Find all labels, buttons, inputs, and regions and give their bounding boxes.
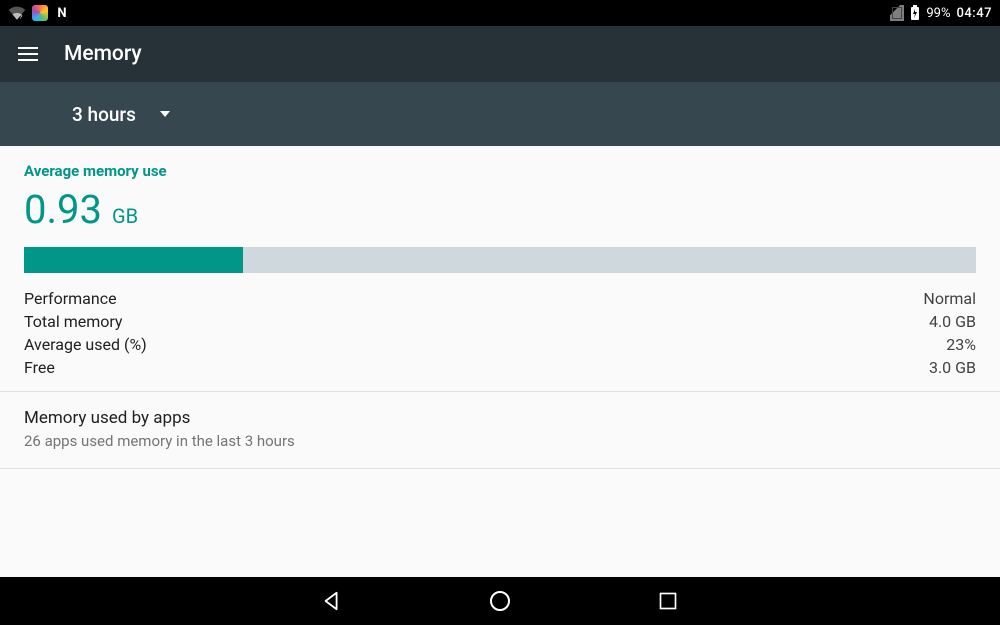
avg-memory-value: 0.93 GB bbox=[24, 186, 976, 233]
memory-stat-value: 23% bbox=[946, 335, 976, 354]
memory-stat-label: Performance bbox=[24, 289, 117, 308]
navigation-bar bbox=[0, 577, 1000, 625]
back-button[interactable] bbox=[318, 587, 346, 615]
back-icon bbox=[321, 590, 343, 612]
memory-stat-value: 3.0 GB bbox=[929, 358, 976, 377]
overview-button[interactable] bbox=[654, 587, 682, 615]
memory-by-apps-row[interactable]: Memory used by apps 26 apps used memory … bbox=[0, 392, 1000, 468]
memory-summary: Average memory use 0.93 GB Performance No… bbox=[0, 146, 1000, 391]
status-left: ? N bbox=[8, 5, 70, 21]
memory-stat-label: Average used (%) bbox=[24, 335, 147, 354]
page-title: Memory bbox=[64, 42, 142, 66]
home-button[interactable] bbox=[486, 587, 514, 615]
memory-stat-label: Free bbox=[24, 358, 55, 377]
memory-usage-bar-fill bbox=[24, 247, 243, 273]
memory-stat-value: Normal bbox=[923, 289, 976, 308]
time-range-spinner[interactable]: 3 hours bbox=[72, 103, 170, 126]
no-sim-icon bbox=[890, 5, 904, 21]
divider bbox=[0, 468, 1000, 469]
svg-text:?: ? bbox=[19, 13, 22, 20]
app-icon bbox=[32, 5, 48, 21]
memory-stat-label: Total memory bbox=[24, 312, 123, 331]
status-bar: ? N 99% 04:47 bbox=[0, 0, 1000, 26]
avg-memory-unit: GB bbox=[112, 204, 138, 228]
dropdown-caret-icon bbox=[160, 111, 170, 117]
content: Average memory use 0.93 GB Performance No… bbox=[0, 146, 1000, 577]
memory-stat-value: 4.0 GB bbox=[929, 312, 976, 331]
app-bar: Memory 3 hours bbox=[0, 26, 1000, 146]
battery-percent: 99% bbox=[926, 6, 950, 21]
n-icon: N bbox=[54, 5, 70, 21]
memory-stat-row: Average used (%) 23% bbox=[24, 333, 976, 356]
hamburger-icon bbox=[18, 47, 38, 61]
battery-icon bbox=[910, 5, 920, 21]
home-icon bbox=[488, 589, 512, 613]
time-range-value: 3 hours bbox=[72, 103, 136, 126]
wifi-icon: ? bbox=[8, 6, 26, 20]
avg-memory-label: Average memory use bbox=[24, 162, 976, 180]
memory-stat-row: Performance Normal bbox=[24, 287, 976, 310]
time-range-bar: 3 hours bbox=[0, 82, 1000, 146]
clock: 04:47 bbox=[957, 6, 992, 21]
memory-stat-row: Total memory 4.0 GB bbox=[24, 310, 976, 333]
memory-stat-row: Free 3.0 GB bbox=[24, 356, 976, 379]
hamburger-menu-button[interactable] bbox=[16, 42, 40, 66]
memory-usage-bar bbox=[24, 247, 976, 273]
status-right: 99% 04:47 bbox=[890, 5, 992, 21]
memory-by-apps-title: Memory used by apps bbox=[24, 408, 976, 428]
memory-by-apps-subtitle: 26 apps used memory in the last 3 hours bbox=[24, 432, 976, 450]
avg-memory-number: 0.93 bbox=[24, 186, 102, 233]
overview-icon bbox=[658, 591, 678, 611]
screen: ? N 99% 04:47 Memory 3 hours bbox=[0, 0, 1000, 625]
